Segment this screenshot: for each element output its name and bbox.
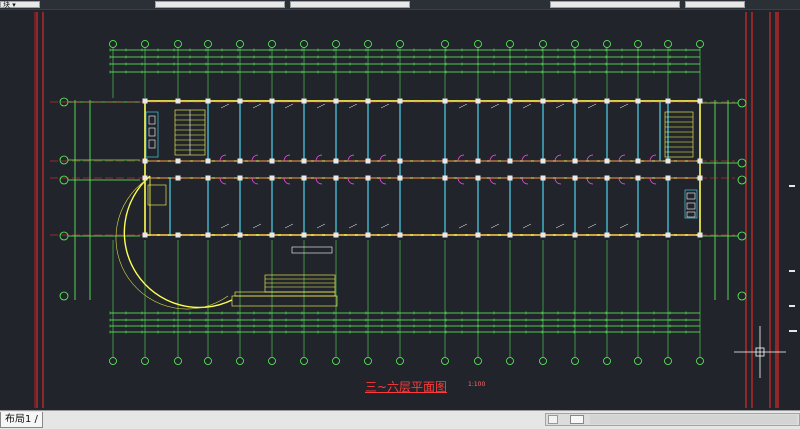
drawing-scale: 1:100 xyxy=(468,381,486,388)
toolbar-field-1[interactable] xyxy=(155,1,285,8)
toolbar-dropdown[interactable]: 块 ▾ xyxy=(0,1,40,9)
toolbar-field-4[interactable] xyxy=(685,1,745,8)
toolbar-dropdown-label: 块 ▾ xyxy=(3,1,16,9)
scroll-track[interactable] xyxy=(590,415,797,424)
toolbar-field-3[interactable] xyxy=(550,1,680,8)
horizontal-scrollbar[interactable] xyxy=(545,413,800,426)
drawing-canvas[interactable] xyxy=(0,10,800,410)
top-toolbar: 块 ▾ xyxy=(0,0,800,10)
scroll-thumb[interactable] xyxy=(570,415,584,424)
tab-layout1[interactable]: 布局1 / xyxy=(0,412,43,428)
layout-tab-bar: 布局1 / xyxy=(0,410,800,429)
scroll-left-button[interactable] xyxy=(548,415,558,424)
toolbar-field-2[interactable] xyxy=(290,1,410,8)
drawing-title: 三~六层平面图 xyxy=(365,380,448,394)
tab-layout1-label: 布局1 xyxy=(5,414,32,425)
